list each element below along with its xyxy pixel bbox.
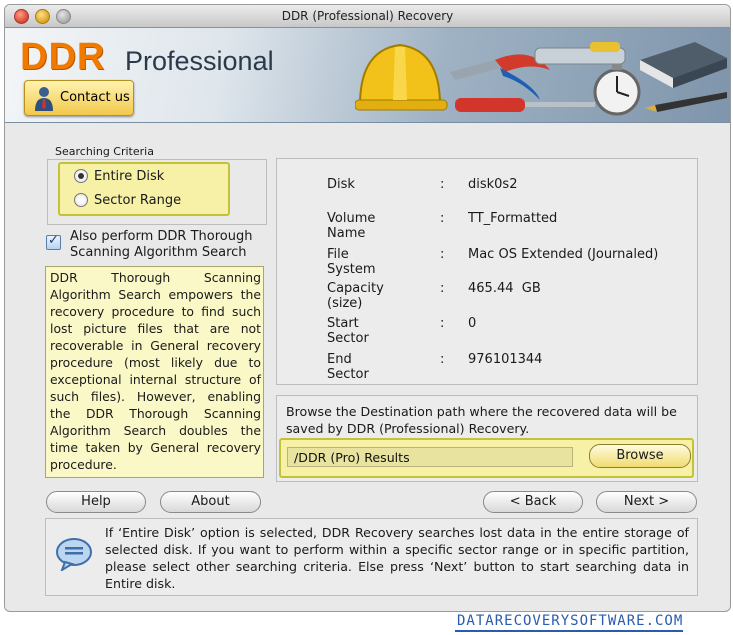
volume-name-value: TT_Formatted [468,211,558,226]
footer-underline [455,630,683,632]
person-icon [35,87,53,111]
thorough-scan-checkbox[interactable] [46,233,61,250]
pen-icon [645,92,727,112]
thorough-scan-label: Also perform DDR Thorough Scanning Algor… [70,229,253,260]
window-title: DDR (Professional) Recovery [281,9,454,23]
destination-prompt: Browse the Destination path where the re… [286,404,677,436]
end-sector-key: End Sector [327,352,369,382]
browse-button[interactable]: Browse [589,444,691,468]
criteria-legend: Searching Criteria [52,145,157,158]
radio-entire-disk[interactable]: Entire Disk [74,166,164,186]
thorough-scan-description: DDR Thorough Scanning Algorithm Search e… [45,266,264,478]
volume-name-sep: : [440,211,445,226]
destination-path-field[interactable]: /DDR (Pro) Results [287,447,573,467]
back-button[interactable]: < Back [483,491,583,513]
capacity-value: 465.44 GB [468,281,541,296]
radio-sector-range-label: Sector Range [94,192,182,208]
disk-key: Disk [327,177,355,192]
capacity-key: Capacity (size) [327,281,384,311]
header-banner: DDR Professional Contact us [5,28,730,123]
chat-bubble-icon [56,538,92,571]
destination-panel: Browse the Destination path where the re… [276,395,698,482]
brand-logo: DDR [20,36,106,78]
radio-sector-range[interactable]: Sector Range [74,190,181,210]
about-button[interactable]: About [160,491,261,513]
stopwatch-icon [593,64,641,116]
radio-unselected-indicator [74,193,88,207]
start-sector-sep: : [440,316,445,331]
start-sector-key: Start Sector [327,316,369,346]
screwdriver-icon [455,98,595,112]
hint-panel: If ‘Entire Disk’ option is selected, DDR… [45,518,698,596]
contact-us-button[interactable]: Contact us [24,80,134,116]
level-tool [534,42,626,65]
banner-tools-illustration [355,42,727,116]
file-system-sep: : [440,247,445,262]
contact-us-label: Contact us [60,90,130,105]
radio-entire-disk-label: Entire Disk [94,168,165,184]
help-button[interactable]: Help [46,491,146,513]
hint-text: If ‘Entire Disk’ option is selected, DDR… [105,525,689,591]
file-system-value: Mac OS Extended (Journaled) [468,247,659,262]
volume-name-key: Volume Name [327,211,376,241]
radio-selected-indicator [74,169,88,183]
capacity-sep: : [440,281,445,296]
file-system-key: File System [327,247,376,277]
disk-value: disk0s2 [468,177,518,192]
criteria-radio-group: Entire Disk Sector Range [58,162,230,216]
disk-sep: : [440,177,445,192]
brand-edition: Professional [125,46,274,76]
disk-info-panel: Disk : disk0s2 Volume Name : TT_Formatte… [276,158,698,385]
end-sector-value: 976101344 [468,352,543,367]
start-sector-value: 0 [468,316,477,331]
title-bar: DDR (Professional) Recovery [5,5,730,28]
end-sector-sep: : [440,352,445,367]
next-button[interactable]: Next > [596,491,697,513]
footer-website-link[interactable]: DATARECOVERYSOFTWARE.COM [457,613,683,629]
hard-hat-icon [355,43,448,111]
book-icon [640,42,727,88]
destination-highlight: /DDR (Pro) Results Browse [279,438,694,478]
